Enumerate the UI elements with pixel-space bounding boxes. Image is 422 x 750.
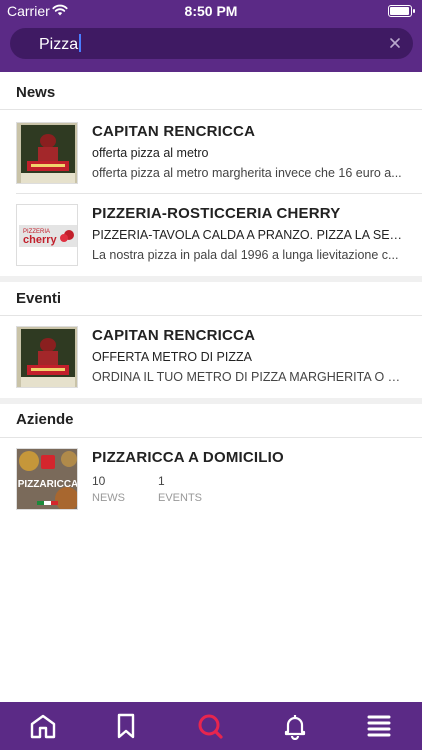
news-stat: 10 NEWS bbox=[92, 474, 125, 504]
business-thumbnail: PIZZARICCA bbox=[16, 448, 78, 510]
item-title: CAPITAN RENCRICCA bbox=[92, 327, 256, 344]
item-subtitle: offerta pizza al metro bbox=[92, 146, 209, 160]
events-label: EVENTS bbox=[158, 492, 203, 504]
news-section: News bbox=[0, 72, 422, 110]
status-time: 8:50 PM bbox=[184, 3, 238, 19]
tab-bar bbox=[0, 702, 422, 750]
thumb-text: PIZZARICCA bbox=[18, 479, 78, 490]
section-header-eventi: Eventi bbox=[0, 282, 422, 316]
list-item[interactable]: PIZZERIA cherry PIZZERIA-ROSTICCERIA CHE… bbox=[0, 194, 422, 274]
list-item[interactable]: PIZZARICCA PIZZARICCA A DOMICILIO 10 NEW… bbox=[0, 438, 422, 518]
item-title: CAPITAN RENCRICCA bbox=[92, 123, 256, 140]
section-header-news: News bbox=[0, 72, 422, 110]
section-header-aziende: Aziende bbox=[0, 404, 422, 438]
search-icon[interactable] bbox=[196, 712, 224, 740]
item-subtitle: OFFERTA METRO DI PIZZA bbox=[92, 350, 252, 364]
events-count: 1 bbox=[158, 474, 165, 488]
search-field[interactable]: Pizza bbox=[10, 28, 413, 59]
item-title: PIZZARICCA A DOMICILIO bbox=[92, 449, 284, 466]
news-thumbnail bbox=[16, 122, 78, 184]
item-subtitle: PIZZERIA-TAVOLA CALDA A PRANZO. PIZZA LA… bbox=[92, 228, 408, 242]
news-thumbnail: PIZZERIA cherry bbox=[16, 204, 78, 266]
search-input[interactable]: Pizza bbox=[39, 34, 82, 54]
item-description: offerta pizza al metro margherita invece… bbox=[92, 166, 402, 180]
status-bar: Carrier 8:50 PM bbox=[0, 0, 422, 22]
menu-icon[interactable] bbox=[365, 712, 393, 740]
item-description: La nostra pizza in pala dal 1996 a lunga… bbox=[92, 248, 399, 262]
item-title: PIZZERIA-ROSTICCERIA CHERRY bbox=[92, 205, 341, 222]
list-item[interactable]: CAPITAN RENCRICCA offerta pizza al metro… bbox=[0, 112, 422, 192]
clear-icon[interactable] bbox=[387, 35, 403, 51]
aziende-section: Aziende bbox=[0, 404, 422, 438]
thumb-text: cherry bbox=[23, 234, 58, 246]
bell-icon[interactable] bbox=[281, 712, 309, 740]
battery-icon bbox=[388, 5, 415, 17]
eventi-section: Eventi bbox=[0, 282, 422, 316]
top-bar: Carrier 8:50 PM Pizza bbox=[0, 0, 422, 72]
news-count: 10 bbox=[92, 474, 106, 488]
home-icon[interactable] bbox=[29, 712, 57, 740]
events-stat: 1 EVENTS bbox=[158, 474, 202, 504]
event-thumbnail bbox=[16, 326, 78, 388]
news-label: NEWS bbox=[92, 492, 125, 504]
item-description: ORDINA IL TUO METRO DI PIZZA MARGHERITA … bbox=[92, 370, 408, 384]
list-item[interactable]: CAPITAN RENCRICCA OFFERTA METRO DI PIZZA… bbox=[0, 316, 422, 396]
bookmark-icon[interactable] bbox=[112, 712, 140, 740]
